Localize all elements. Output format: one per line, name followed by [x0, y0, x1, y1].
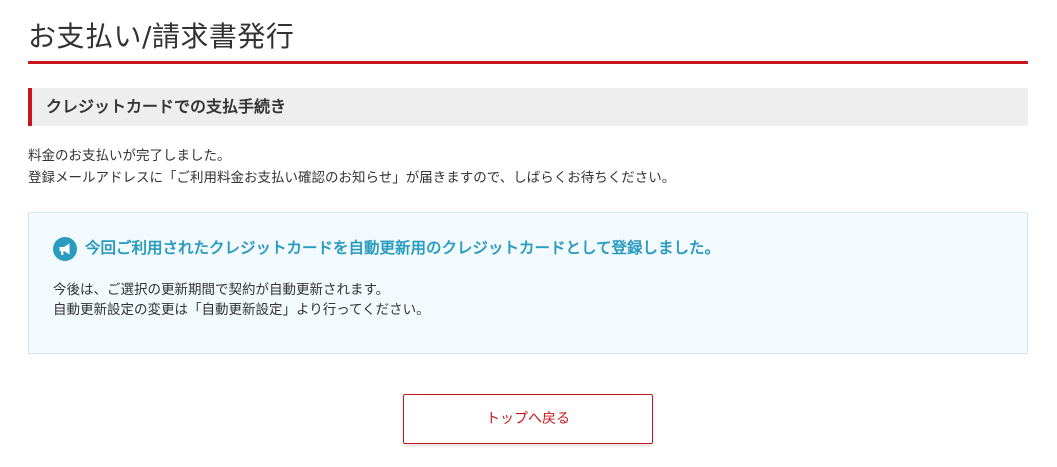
notice-text-settings: 自動更新設定の変更は「自動更新設定」より行ってください。 — [53, 302, 430, 318]
section-title: クレジットカードでの支払手続き — [46, 97, 287, 116]
notice-text-renewal: 今後は、ご選択の更新期間で契約が自動更新されます。 — [53, 282, 390, 298]
back-to-top-button[interactable]: トップへ戻る — [403, 394, 653, 444]
page-title: お支払い/請求書発行 — [28, 20, 295, 53]
section-header: クレジットカードでの支払手続き — [28, 88, 1028, 126]
title-divider — [28, 61, 1028, 64]
notice-heading: 今回ご利用されたクレジットカードを自動更新用のクレジットカードとして登録しました… — [85, 239, 721, 257]
payment-page: お支払い/請求書発行 クレジットカードでの支払手続き 料金のお支払いが完了しまし… — [0, 0, 1057, 467]
megaphone-icon — [53, 237, 77, 261]
auto-renewal-notice: 今回ご利用されたクレジットカードを自動更新用のクレジットカードとして登録しました… — [28, 212, 1028, 354]
completion-message: 料金のお支払いが完了しました。 — [28, 148, 231, 164]
email-notice-message: 登録メールアドレスに「ご利用料金お支払い確認のお知らせ」が届きますので、しばらく… — [28, 170, 676, 186]
